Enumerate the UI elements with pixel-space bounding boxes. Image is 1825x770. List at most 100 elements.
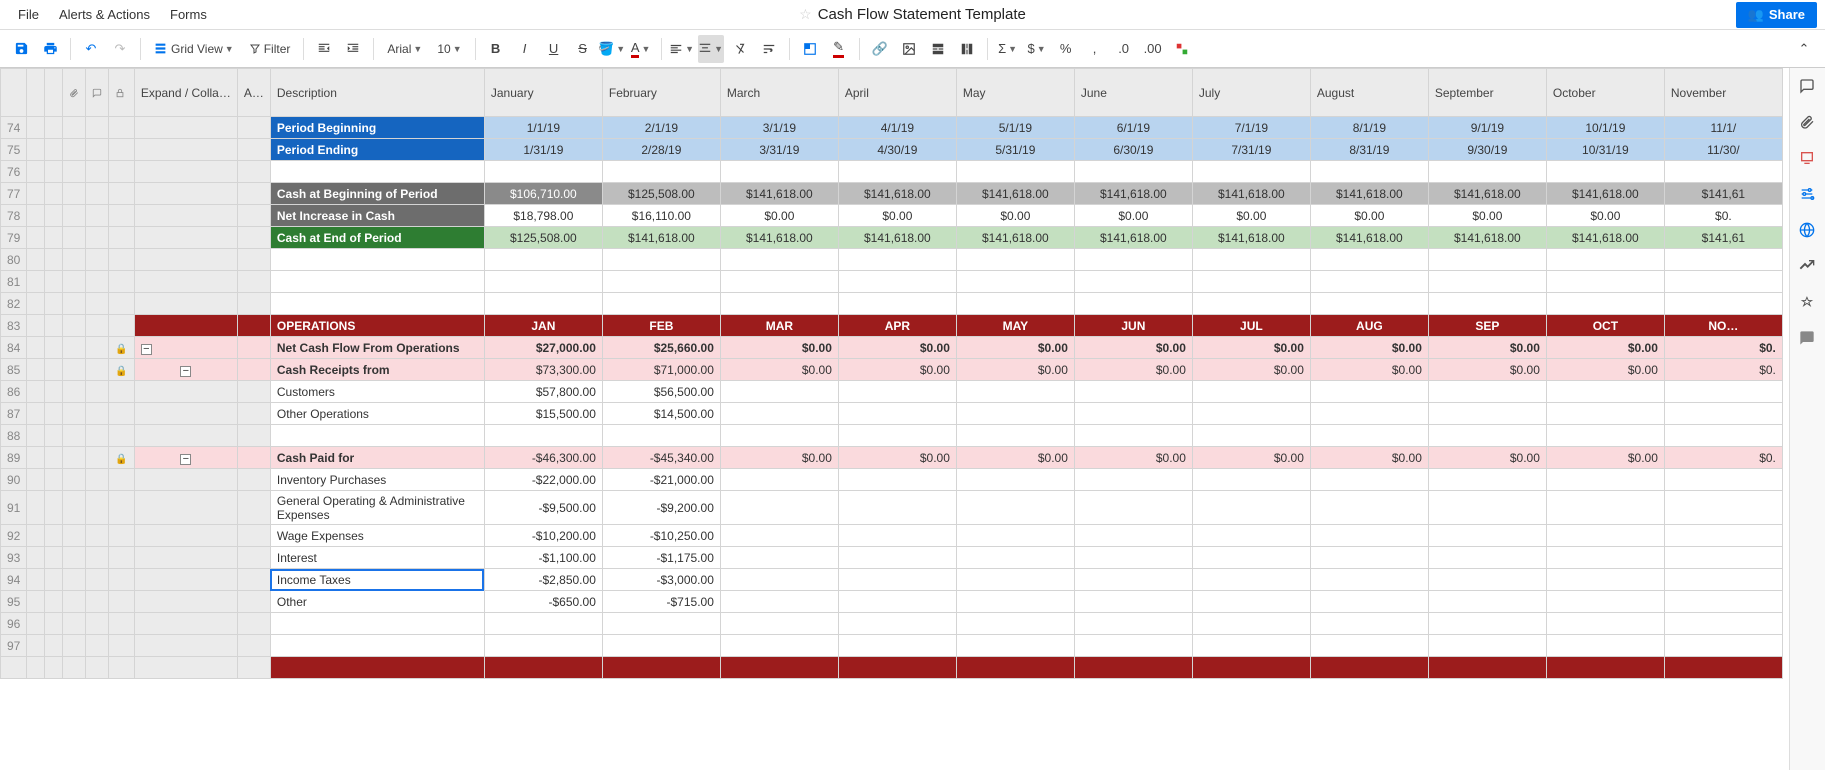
rownum[interactable]: 81: [1, 271, 27, 293]
cell[interactable]: $141,618.00: [1192, 183, 1310, 205]
rownum[interactable]: 88: [1, 425, 27, 447]
cell[interactable]: $15,500.00: [484, 403, 602, 425]
cell[interactable]: [1664, 249, 1782, 271]
cell[interactable]: [956, 591, 1074, 613]
cell[interactable]: [602, 613, 720, 635]
image-icon[interactable]: [896, 35, 922, 63]
cell[interactable]: [1428, 403, 1546, 425]
cell[interactable]: $56,500.00: [602, 381, 720, 403]
cell[interactable]: $141,618.00: [720, 183, 838, 205]
cell[interactable]: [1546, 547, 1664, 569]
strikethrough-icon[interactable]: S: [570, 35, 596, 63]
insert-col-icon[interactable]: [954, 35, 980, 63]
cell[interactable]: [956, 469, 1074, 491]
cell[interactable]: [956, 613, 1074, 635]
cell[interactable]: [1546, 525, 1664, 547]
col-month-february[interactable]: February: [602, 69, 720, 117]
expand[interactable]: [134, 569, 237, 591]
cell[interactable]: [1074, 403, 1192, 425]
cell[interactable]: $0.: [1664, 359, 1782, 381]
cell[interactable]: [838, 613, 956, 635]
cell[interactable]: $0.00: [1074, 447, 1192, 469]
cell[interactable]: $0.00: [1310, 337, 1428, 359]
cell[interactable]: $125,508.00: [602, 183, 720, 205]
align-left-icon[interactable]: ▼: [669, 35, 695, 63]
cell[interactable]: $141,618.00: [1310, 183, 1428, 205]
cell[interactable]: [1546, 591, 1664, 613]
cell[interactable]: 8/31/19: [1310, 139, 1428, 161]
cell[interactable]: $0.00: [720, 337, 838, 359]
rownum[interactable]: 86: [1, 381, 27, 403]
cell[interactable]: $0.00: [1546, 337, 1664, 359]
cell[interactable]: $57,800.00: [484, 381, 602, 403]
cell[interactable]: [1310, 293, 1428, 315]
cell[interactable]: [1310, 271, 1428, 293]
cell[interactable]: [484, 249, 602, 271]
col-a[interactable]: A…: [237, 69, 270, 117]
grid-view-dropdown[interactable]: Grid View▼: [148, 35, 240, 63]
cell[interactable]: 2/28/19: [602, 139, 720, 161]
cell[interactable]: $141,618.00: [956, 183, 1074, 205]
cell[interactable]: [1310, 249, 1428, 271]
desc-cell[interactable]: Wage Expenses: [270, 525, 484, 547]
cell[interactable]: AUG: [1310, 315, 1428, 337]
cell[interactable]: [1428, 613, 1546, 635]
cell[interactable]: $141,61: [1664, 227, 1782, 249]
col-month-october[interactable]: October: [1546, 69, 1664, 117]
cell[interactable]: $125,508.00: [484, 227, 602, 249]
cell[interactable]: [1074, 591, 1192, 613]
cell[interactable]: $0.00: [1074, 337, 1192, 359]
cell[interactable]: [838, 525, 956, 547]
cell[interactable]: [838, 469, 956, 491]
cell[interactable]: [1428, 591, 1546, 613]
cell[interactable]: [1546, 569, 1664, 591]
expand[interactable]: [134, 227, 237, 249]
cell[interactable]: $141,618.00: [1074, 183, 1192, 205]
rownum[interactable]: 87: [1, 403, 27, 425]
cell[interactable]: [1310, 491, 1428, 525]
cell[interactable]: $0.00: [1310, 205, 1428, 227]
rownum[interactable]: 84: [1, 337, 27, 359]
cell[interactable]: $141,618.00: [956, 227, 1074, 249]
cell[interactable]: $14,500.00: [602, 403, 720, 425]
expand[interactable]: [134, 591, 237, 613]
cell[interactable]: [1428, 469, 1546, 491]
cell[interactable]: $0.00: [1428, 447, 1546, 469]
cell[interactable]: $0.00: [1074, 205, 1192, 227]
cell[interactable]: [720, 403, 838, 425]
cell[interactable]: $0.00: [1428, 337, 1546, 359]
decimal-dec-icon[interactable]: .00: [1140, 35, 1166, 63]
expand[interactable]: [134, 547, 237, 569]
cell[interactable]: $0.00: [1192, 447, 1310, 469]
cell[interactable]: [956, 293, 1074, 315]
rownum[interactable]: 80: [1, 249, 27, 271]
cell[interactable]: [1428, 525, 1546, 547]
cell[interactable]: [1310, 161, 1428, 183]
rownum[interactable]: 82: [1, 293, 27, 315]
desc-cell[interactable]: Net Increase in Cash: [270, 205, 484, 227]
fill-color-icon[interactable]: 🪣▼: [599, 35, 625, 63]
rownum[interactable]: 91: [1, 491, 27, 525]
underline-icon[interactable]: U: [541, 35, 567, 63]
cell[interactable]: 3/1/19: [720, 117, 838, 139]
cell[interactable]: [720, 271, 838, 293]
expand[interactable]: [134, 161, 237, 183]
share-button[interactable]: 👥 Share: [1736, 2, 1817, 28]
cell[interactable]: $0.00: [1546, 359, 1664, 381]
cell[interactable]: OCT: [1546, 315, 1664, 337]
cell[interactable]: [1192, 591, 1310, 613]
cell[interactable]: [1664, 161, 1782, 183]
cell[interactable]: -$45,340.00: [602, 447, 720, 469]
cell[interactable]: [838, 591, 956, 613]
desc-cell[interactable]: Period Ending: [270, 139, 484, 161]
col-attachment[interactable]: [63, 69, 86, 117]
cell[interactable]: [1664, 293, 1782, 315]
expand[interactable]: [134, 525, 237, 547]
cell[interactable]: [1664, 271, 1782, 293]
cell[interactable]: -$1,100.00: [484, 547, 602, 569]
col-month-april[interactable]: April: [838, 69, 956, 117]
col-month-july[interactable]: July: [1192, 69, 1310, 117]
cell[interactable]: [720, 425, 838, 447]
col-comment[interactable]: [86, 69, 109, 117]
pin-panel-icon[interactable]: [1799, 294, 1817, 312]
